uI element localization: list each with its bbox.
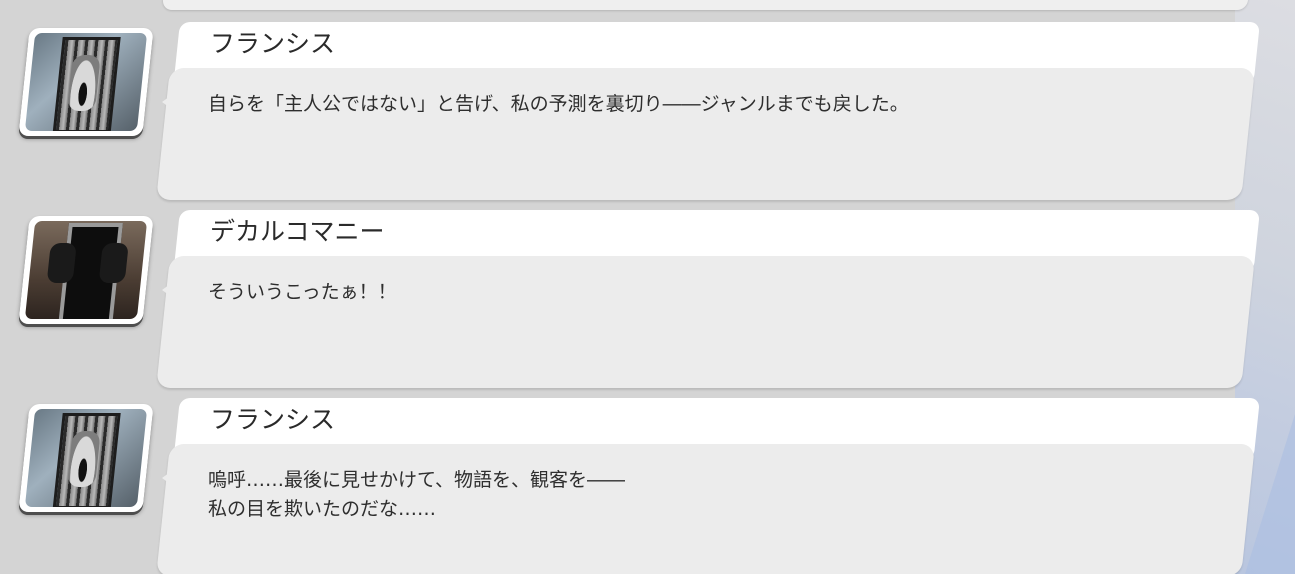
speaker-portrait [18, 216, 160, 330]
text-panel [156, 68, 1256, 200]
dialogue-line: 自らを「主人公ではない」と告げ、私の予測を裏切り――ジャンルまでも戻した。 [208, 93, 909, 115]
bubble-pointer [162, 462, 184, 494]
speaker-portrait [18, 28, 160, 142]
speaker-name: デカルコマニー [210, 217, 385, 246]
log-entry: フランシス 嗚呼……最後に見せかけて、物語を、観客を―― 私の目を欺いたのだな…… [0, 398, 1295, 574]
decalcomanie-portrait-image [24, 221, 148, 319]
dialogue-line: 私の目を欺いたのだな…… [208, 498, 437, 520]
log-entry: デカルコマニー そういうこったぁ！！ [0, 210, 1295, 390]
bubble-pointer [162, 86, 184, 118]
dialogue-bubble: フランシス 自らを「主人公ではない」と告げ、私の予測を裏切り――ジャンルまでも戻… [156, 22, 1261, 200]
log-entry: フランシス 自らを「主人公ではない」と告げ、私の予測を裏切り――ジャンルまでも戻… [0, 22, 1295, 202]
dialogue-bubble: フランシス 嗚呼……最後に見せかけて、物語を、観客を―― 私の目を欺いたのだな…… [156, 398, 1261, 574]
francis-portrait-image [24, 409, 148, 507]
speaker-name: フランシス [210, 29, 336, 58]
dialogue-line: 嗚呼……最後に見せかけて、物語を、観客を―― [208, 469, 626, 491]
speaker-portrait [18, 404, 160, 518]
dialogue-bubble: デカルコマニー そういうこったぁ！！ [156, 210, 1261, 388]
text-panel [156, 256, 1256, 388]
speaker-name: フランシス [210, 405, 336, 434]
previous-entry-bubble-edge [162, 0, 1250, 10]
portrait-frame [18, 404, 154, 512]
dialogue-text: 自らを「主人公ではない」と告げ、私の予測を裏切り――ジャンルまでも戻した。 [208, 90, 909, 119]
portrait-frame [18, 216, 154, 324]
bubble-pointer [162, 274, 184, 306]
dialogue-line: そういうこったぁ！！ [208, 281, 397, 303]
dialogue-text: そういうこったぁ！！ [208, 278, 397, 307]
francis-portrait-image [24, 33, 148, 131]
dialogue-text: 嗚呼……最後に見せかけて、物語を、観客を―― 私の目を欺いたのだな…… [208, 466, 625, 524]
portrait-frame [18, 28, 154, 136]
